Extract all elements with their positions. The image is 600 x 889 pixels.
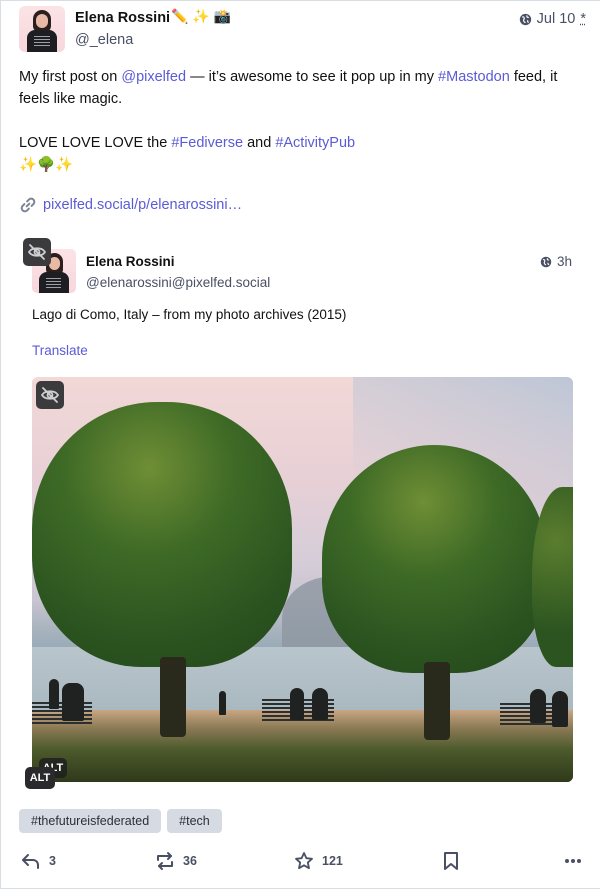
- hashtag-link[interactable]: #Fediverse: [171, 135, 243, 151]
- reply-count: 3: [49, 854, 56, 868]
- status-timestamp[interactable]: Jul 10: [537, 11, 576, 27]
- quote-author-handle[interactable]: @elenarossini@pixelfed.social: [86, 275, 270, 290]
- quote-meta[interactable]: 3h: [540, 254, 572, 269]
- quote-author-name[interactable]: Elena Rossini: [86, 254, 175, 269]
- status-content: My first post on @pixelfed — it’s awesom…: [19, 66, 584, 176]
- photo-trunk-left: [160, 657, 186, 737]
- text: and: [243, 135, 276, 151]
- media-image[interactable]: [32, 377, 573, 782]
- content-paragraph-1: My first post on @pixelfed — it’s awesom…: [19, 66, 584, 110]
- edited-indicator[interactable]: *: [580, 11, 586, 27]
- photo-tree-left: [32, 402, 292, 667]
- avatar-shirt-print: [34, 36, 50, 46]
- hashtag-chip[interactable]: #thefutureisfederated: [19, 809, 162, 833]
- content-paragraph-2: LOVE LOVE LOVE the #Fediverse and #Activ…: [19, 132, 584, 176]
- favourite-count: 121: [322, 854, 343, 868]
- link-url[interactable]: pixelfed.social/p/elenarossini…: [43, 197, 242, 213]
- author-avatar[interactable]: [19, 6, 65, 52]
- photo-person: [62, 683, 84, 721]
- photo-person: [312, 688, 328, 720]
- reply-icon: [21, 852, 41, 870]
- quote-timestamp[interactable]: 3h: [557, 254, 572, 269]
- text: — it’s awesome to see it pop up in my: [186, 69, 439, 85]
- boost-icon: [155, 851, 175, 871]
- ellipsis-icon: [564, 858, 582, 864]
- quote-hide-button[interactable]: [23, 238, 51, 266]
- boost-count: 36: [183, 854, 197, 868]
- globe-icon: [519, 13, 532, 26]
- photo-person: [530, 689, 546, 723]
- eye-slash-icon: [40, 385, 60, 405]
- star-icon: [294, 851, 314, 871]
- hashtag-chip[interactable]: #tech: [167, 809, 222, 833]
- photo-person: [49, 679, 59, 709]
- hashtag-bar: #thefutureisfederated #tech: [19, 809, 222, 833]
- alt-badge[interactable]: ALT: [25, 767, 55, 789]
- avatar-face: [36, 14, 48, 28]
- bookmark-icon: [443, 851, 459, 871]
- text: LOVE LOVE LOVE the: [19, 135, 172, 151]
- avatar-shirt-print: [46, 278, 61, 288]
- status-card: Elena Rossini ✏️ ✨ 📸 @_elena Jul 10 * My …: [0, 0, 600, 889]
- boost-button[interactable]: 36: [155, 847, 197, 875]
- photo-trunk-right: [424, 662, 450, 740]
- globe-icon: [540, 256, 552, 268]
- mention-link[interactable]: @pixelfed: [121, 69, 186, 85]
- bookmark-button[interactable]: [443, 847, 459, 875]
- photo-person: [552, 691, 568, 727]
- hashtag-link[interactable]: #ActivityPub: [275, 135, 355, 151]
- photo-person: [219, 691, 226, 715]
- author-handle[interactable]: @_elena: [75, 32, 133, 48]
- action-bar: 3 36 121: [1, 847, 600, 875]
- author-name-emoji: ✏️ ✨ 📸: [171, 8, 232, 24]
- translate-button[interactable]: Translate: [32, 343, 88, 358]
- photo-tree-right: [322, 445, 547, 673]
- status-meta[interactable]: Jul 10 *: [519, 11, 586, 27]
- more-options-button[interactable]: [564, 847, 582, 875]
- link-icon: [19, 196, 37, 214]
- external-link[interactable]: pixelfed.social/p/elenarossini…: [19, 196, 242, 214]
- emoji-line: ✨🌳✨: [19, 157, 74, 173]
- author-display-name[interactable]: Elena Rossini: [75, 10, 170, 26]
- reply-button[interactable]: 3: [21, 847, 56, 875]
- favourite-button[interactable]: 121: [294, 847, 343, 875]
- photo-person: [290, 688, 304, 720]
- quote-text: Lago di Como, Italy – from my photo arch…: [32, 307, 347, 322]
- text: My first post on: [19, 69, 122, 85]
- media-hide-button[interactable]: [36, 381, 64, 409]
- hashtag-link[interactable]: #Mastodon: [438, 69, 510, 85]
- eye-slash-icon: [27, 242, 47, 262]
